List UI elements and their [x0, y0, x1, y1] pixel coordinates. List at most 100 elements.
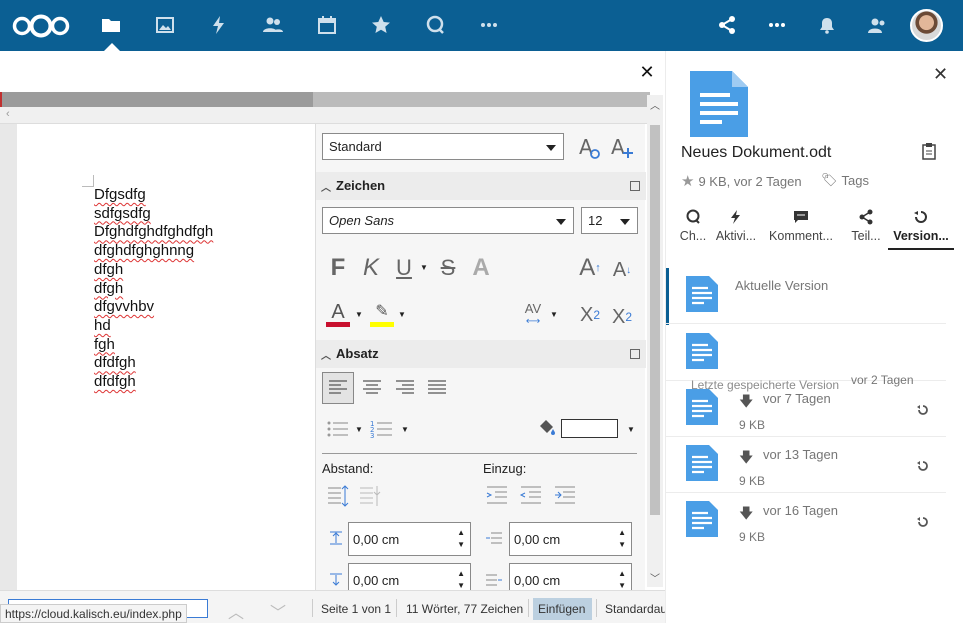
paint-bucket-icon[interactable]	[536, 416, 558, 438]
version-row[interactable]: 🡇 vor 7 Tagen 9 KB	[666, 381, 946, 437]
font-size-select[interactable]: 12	[581, 207, 638, 234]
vertical-scrollbar[interactable]: ︿ ﹀	[647, 95, 663, 587]
document-line[interactable]: sdfgsdfg	[94, 205, 213, 224]
share-icon[interactable]	[715, 13, 739, 37]
character-section-header[interactable]: ︿ Zeichen	[316, 172, 646, 200]
bulleted-list-icon[interactable]	[324, 416, 352, 442]
restore-icon[interactable]	[916, 459, 930, 473]
more-icon[interactable]	[765, 13, 789, 37]
download-icon[interactable]: 🡇	[739, 391, 753, 415]
document-line[interactable]: dfgh	[94, 280, 213, 299]
favorite-star-icon[interactable]: ★	[681, 172, 694, 190]
notifications-icon[interactable]	[815, 13, 839, 37]
spacing-options-icon[interactable]: ▼	[549, 309, 559, 319]
paragraph-section-header[interactable]: ︿ Absatz	[316, 340, 646, 368]
document-line[interactable]: dfgh	[94, 261, 213, 280]
close-editor-button[interactable]: ✕	[636, 61, 658, 83]
search-up-icon[interactable]: ︿	[228, 599, 244, 623]
contacts-icon[interactable]	[261, 13, 285, 37]
document-line[interactable]: Dfgsdfg	[94, 186, 213, 205]
background-color-swatch[interactable]	[561, 419, 618, 438]
font-color-icon[interactable]: A	[324, 299, 352, 329]
document-line[interactable]: dfghdfghghnng	[94, 242, 213, 261]
numbered-list-icon[interactable]: 123	[368, 416, 396, 442]
photos-icon[interactable]	[153, 13, 177, 37]
tab-comments[interactable]: Komment...	[766, 206, 836, 250]
tab-versions[interactable]: Version...	[888, 206, 954, 250]
horizontal-scrollbar[interactable]: ‹ ›	[0, 107, 663, 124]
align-justify-icon[interactable]	[421, 372, 453, 404]
indent-before-field[interactable]: 0,00 cm ▲ ▼	[509, 522, 632, 556]
align-center-icon[interactable]	[356, 372, 388, 404]
decrease-spacing-icon[interactable]	[358, 484, 382, 508]
document-line[interactable]: Dfghdfghdfghdfgh	[94, 223, 213, 242]
close-sidebar-icon[interactable]: ✕	[933, 64, 948, 85]
talk-icon[interactable]	[423, 13, 447, 37]
contacts-menu-icon[interactable]	[865, 13, 889, 37]
align-right-icon[interactable]	[389, 372, 421, 404]
strikethrough-icon[interactable]: S	[436, 252, 460, 284]
decrease-indent-icon[interactable]	[518, 484, 544, 508]
tab-chat[interactable]: Ch...	[676, 206, 710, 250]
increase-indent-icon[interactable]	[484, 484, 510, 508]
paragraph-style-select[interactable]: Standard	[322, 133, 564, 160]
stepper-icon[interactable]: ▲ ▼	[457, 527, 465, 551]
grow-font-icon[interactable]: A ↑	[576, 252, 604, 284]
superscript-icon[interactable]: X2	[576, 300, 604, 330]
shrink-font-icon[interactable]: A ↓	[608, 254, 636, 286]
document-line[interactable]: hd	[94, 317, 213, 336]
stepper-icon[interactable]: ▲ ▼	[618, 568, 626, 592]
new-style-icon[interactable]: A	[608, 134, 636, 162]
document-line[interactable]: dfgvvhbv	[94, 298, 213, 317]
download-icon[interactable]: 🡇	[739, 447, 753, 471]
tab-sharing[interactable]: Teil...	[846, 206, 886, 250]
highlight-options-icon[interactable]: ▼	[397, 309, 407, 319]
more-options-icon[interactable]	[630, 181, 640, 191]
align-left-icon[interactable]	[322, 372, 354, 404]
insert-mode-badge[interactable]: Einfügen	[533, 598, 592, 620]
version-row[interactable]: Aktuelle Version	[666, 268, 946, 324]
highlight-color-icon[interactable]: ✎	[368, 299, 396, 329]
font-name-select[interactable]: Open Sans	[322, 207, 574, 234]
scroll-left-icon[interactable]: ‹	[6, 108, 10, 120]
favorites-icon[interactable]	[369, 13, 393, 37]
version-row[interactable]: 🡇 vor 16 Tagen 9 KB	[666, 493, 946, 549]
clipboard-icon[interactable]	[921, 142, 937, 160]
numbering-options-icon[interactable]: ▼	[400, 424, 410, 434]
underline-options-icon[interactable]: ▼	[419, 262, 429, 272]
restore-icon[interactable]	[916, 403, 930, 417]
tags-button[interactable]: 🏷 Tags	[821, 172, 869, 188]
increase-spacing-icon[interactable]	[326, 484, 350, 508]
underline-icon[interactable]: U	[392, 252, 416, 284]
font-color-options-icon[interactable]: ▼	[354, 309, 364, 319]
files-icon[interactable]	[99, 13, 123, 37]
version-row[interactable]: 🡇 vor 13 Tagen 9 KB	[666, 437, 946, 493]
italic-icon[interactable]: K	[359, 252, 383, 284]
more-options-icon[interactable]	[630, 349, 640, 359]
calendar-icon[interactable]	[315, 13, 339, 37]
update-style-icon[interactable]: A	[576, 134, 604, 162]
user-avatar[interactable]	[910, 9, 943, 42]
scroll-up-icon[interactable]: ︿	[650, 97, 660, 112]
background-options-icon[interactable]: ▼	[626, 424, 636, 434]
restore-icon[interactable]	[916, 515, 930, 529]
more-apps-icon[interactable]	[477, 13, 501, 37]
version-row[interactable]: Letzte gespeicherte Version vor 2 Tagen	[666, 325, 946, 392]
download-icon[interactable]: 🡇	[739, 503, 753, 527]
character-spacing-icon[interactable]: AV ⟷	[519, 300, 547, 328]
document-text[interactable]: Dfgsdfg sdfgsdfg Dfghdfghdfghdfgh dfghdf…	[94, 186, 213, 392]
bold-icon[interactable]: F	[326, 252, 350, 284]
activity-icon[interactable]	[207, 13, 231, 37]
bullets-options-icon[interactable]: ▼	[354, 424, 364, 434]
shadow-icon[interactable]: A	[469, 252, 493, 284]
subscript-icon[interactable]: X2	[608, 302, 636, 332]
stepper-icon[interactable]: ▲ ▼	[457, 568, 465, 592]
tab-activity[interactable]: Aktivi...	[713, 206, 759, 250]
document-line[interactable]: dfdfgh	[94, 373, 213, 392]
stepper-icon[interactable]: ▲ ▼	[618, 527, 626, 551]
spacing-above-field[interactable]: 0,00 cm ▲ ▼	[348, 522, 471, 556]
nextcloud-logo[interactable]	[10, 14, 72, 38]
ruler-marker[interactable]	[0, 92, 2, 107]
scroll-down-icon[interactable]: ﹀	[650, 570, 660, 585]
document-line[interactable]: fgh	[94, 336, 213, 355]
